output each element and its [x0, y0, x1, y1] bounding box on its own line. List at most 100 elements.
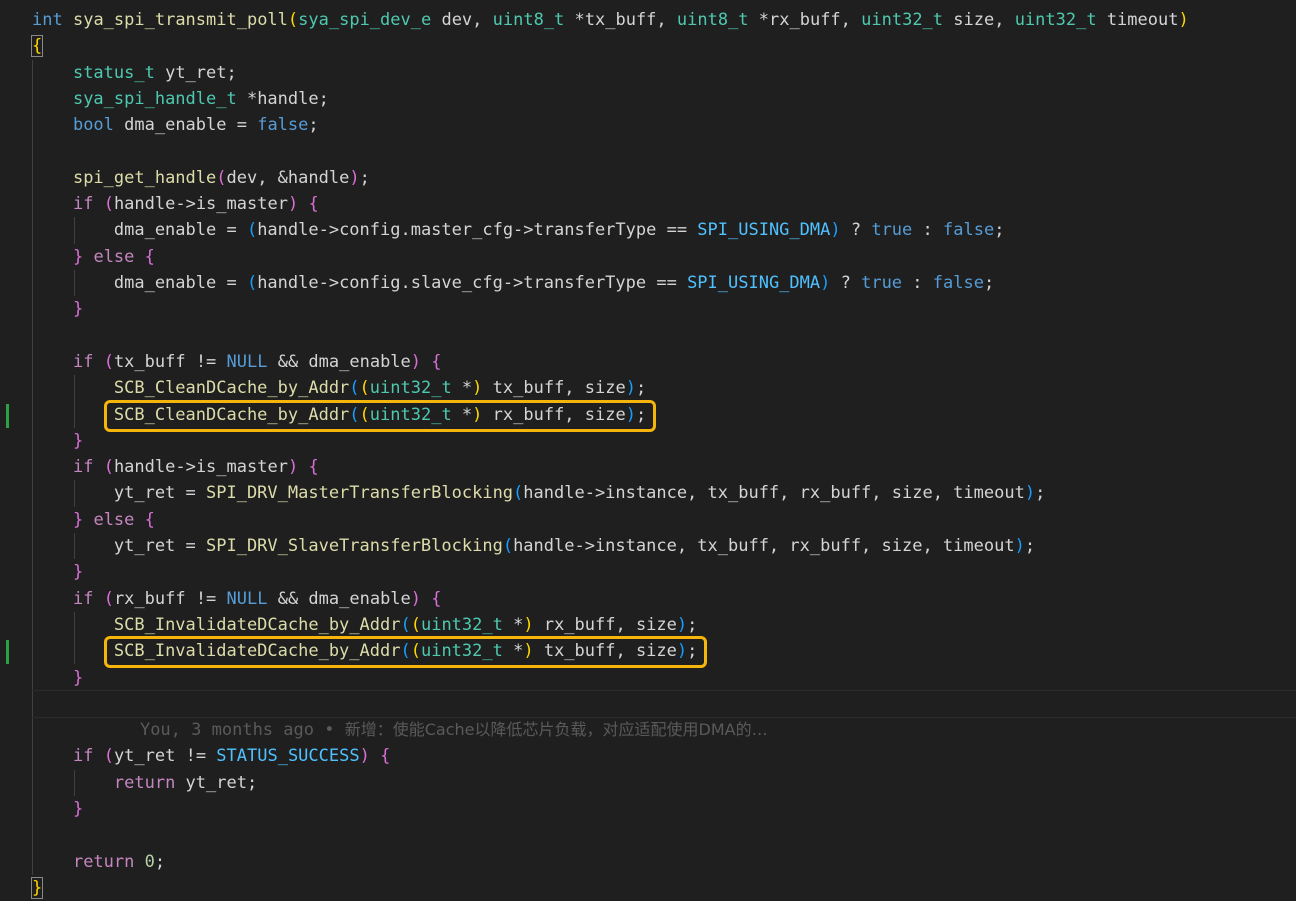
code-line[interactable]: } else { [32, 244, 155, 270]
code-token: ( [359, 378, 370, 399]
code-token: } [72, 246, 84, 267]
code-token: { [431, 351, 442, 372]
code-token: yt_ret = [32, 536, 206, 556]
code-line[interactable]: if (handle->is_master) { [32, 454, 319, 480]
code-line[interactable]: SCB_InvalidateDCache_by_Addr((uint32_t *… [32, 638, 698, 664]
code-line[interactable]: if (yt_ret != STATUS_SUCCESS) { [32, 743, 390, 769]
code-token: { [308, 194, 319, 215]
code-token: size, [943, 10, 1015, 30]
blame-comma: , [170, 719, 192, 740]
code-line[interactable]: } [32, 428, 83, 454]
code-token: if [72, 194, 94, 215]
code-line[interactable]: int sya_spi_transmit_poll(sya_spi_dev_e … [32, 7, 1189, 33]
code-line[interactable]: } [32, 296, 83, 322]
code-token: else [93, 509, 135, 530]
code-line[interactable]: return yt_ret; [32, 770, 257, 796]
code-token: ) [287, 194, 299, 215]
code-editor[interactable]: int sya_spi_transmit_poll(sya_spi_dev_e … [0, 0, 1296, 899]
code-token: && dma_enable [267, 351, 411, 372]
code-token: handle->instance, tx_buff, rx_buff, size… [523, 483, 1025, 504]
code-token: ; [983, 273, 995, 293]
code-token: } [72, 430, 84, 451]
code-token: ( [400, 641, 411, 662]
code-line[interactable]: } [32, 665, 83, 691]
code-token: return [113, 772, 176, 793]
code-line[interactable]: } [32, 559, 83, 585]
code-token: return [72, 851, 135, 872]
code-token: yt_ret = [32, 483, 206, 504]
code-token: NULL [226, 351, 268, 372]
blame-separator: • [324, 719, 335, 740]
code-token: uint32_t [369, 378, 452, 399]
blame-commit-message: 新增：使能Cache以降低芯片负载，对应适配使用DMA的… [344, 719, 768, 739]
code-line[interactable]: yt_ret = SPI_DRV_MasterTransferBlocking(… [32, 480, 1045, 506]
code-token: ) [410, 588, 422, 609]
code-token: handle->config.slave_cfg->transferType =… [257, 273, 688, 293]
code-line[interactable]: bool dma_enable = false; [32, 112, 319, 138]
code-token: SPI_USING_DMA [697, 220, 831, 241]
code-token: timeout [1096, 10, 1179, 30]
code-line[interactable]: if (tx_buff != NULL && dma_enable) { [32, 349, 442, 375]
code-token: tx_buff, size [482, 378, 626, 399]
code-token: SPI_DRV_SlaveTransferBlocking [206, 536, 503, 556]
code-line[interactable]: SCB_CleanDCache_by_Addr((uint32_t *) tx_… [32, 375, 646, 401]
code-line[interactable]: return 0; [32, 849, 165, 875]
code-line[interactable]: dma_enable = (handle->config.slave_cfg->… [32, 270, 994, 296]
code-line[interactable]: } else { [32, 507, 155, 533]
code-token: * [451, 378, 473, 399]
code-line[interactable]: if (handle->is_master) { [32, 191, 319, 217]
code-line[interactable]: status_t yt_ret; [32, 60, 237, 86]
code-token: { [144, 509, 155, 530]
code-token: sya_spi_handle_t [72, 88, 237, 109]
code-token: uint32_t [1014, 10, 1097, 30]
code-token: ( [246, 220, 258, 241]
code-line[interactable]: sya_spi_handle_t *handle; [32, 86, 329, 112]
code-token: ( [410, 614, 421, 635]
code-token: { [30, 35, 44, 58]
code-token: ) [359, 746, 370, 767]
code-token: : [912, 220, 943, 241]
code-token: uint32_t [861, 10, 944, 30]
code-line[interactable]: spi_get_handle(dev, &handle); [32, 165, 370, 191]
code-token: ( [246, 273, 258, 293]
code-token: ) [349, 167, 360, 188]
code-token: } [72, 667, 84, 688]
code-token: ) [625, 404, 636, 425]
code-token: ) [1024, 483, 1036, 504]
code-token: ) [676, 641, 688, 662]
code-token: *tx_buff, [564, 10, 677, 30]
code-line[interactable]: if (rx_buff != NULL && dma_enable) { [32, 586, 442, 612]
code-line[interactable]: yt_ret = SPI_DRV_SlaveTransferBlocking(h… [32, 533, 1035, 559]
code-token: ( [216, 167, 227, 188]
code-token: { [380, 746, 391, 767]
code-line[interactable]: } [32, 796, 83, 822]
code-token: sya_spi_dev_e [298, 10, 432, 30]
code-token: SPI_DRV_MasterTransferBlocking [206, 483, 514, 504]
code-line[interactable]: SCB_CleanDCache_by_Addr((uint32_t *) rx_… [32, 402, 646, 428]
code-line[interactable]: dma_enable = (handle->config.master_cfg-… [32, 217, 1005, 243]
code-line[interactable]: SCB_InvalidateDCache_by_Addr((uint32_t *… [32, 612, 698, 638]
code-token: ? [840, 220, 872, 241]
code-token: ( [502, 536, 514, 556]
code-token: handle->config.master_cfg->transferType … [257, 220, 698, 241]
git-blame-annotation[interactable]: You, 3 months ago • 新增：使能Cache以降低芯片负载，对应… [99, 691, 768, 740]
code-line[interactable]: { [30, 33, 44, 59]
code-token: SCB_CleanDCache_by_Addr [113, 404, 350, 425]
